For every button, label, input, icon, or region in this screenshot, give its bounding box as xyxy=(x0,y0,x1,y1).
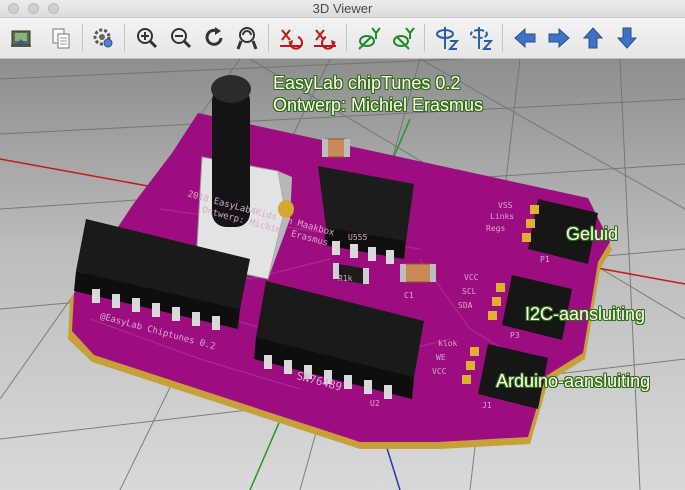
silk-links: Links xyxy=(490,212,515,221)
zoom-fit-icon xyxy=(236,27,258,50)
settings-button[interactable] xyxy=(88,21,118,55)
silk-sda: SDA xyxy=(458,301,473,310)
rotate-z-cw-icon xyxy=(436,27,460,50)
redraw-icon xyxy=(205,27,223,46)
move-up-icon xyxy=(582,27,604,49)
silk-regs: Regs xyxy=(486,224,506,233)
annotation-title: EasyLab chipTunes 0.2 xyxy=(273,73,461,93)
export-icon xyxy=(11,30,31,47)
rotate-z-ccw-icon xyxy=(470,27,494,50)
rotate-y-cw-icon xyxy=(358,27,381,50)
annotation-arduino: Arduino-aansluiting xyxy=(496,371,651,391)
move-left-icon xyxy=(514,27,536,49)
silk-we: WE xyxy=(436,353,446,362)
silk-klok: klok xyxy=(438,339,458,348)
settings-icon xyxy=(93,28,113,48)
silk-scl: SCL xyxy=(462,287,477,296)
silk-vcc-2: VCC xyxy=(432,367,447,376)
rotate-y-ccw-button[interactable] xyxy=(388,21,418,55)
3d-viewport[interactable]: 2018 EasyLab4Kids en Maakbox Ontwerp: Mi… xyxy=(0,59,685,490)
move-right-icon xyxy=(548,27,570,49)
rotate-z-ccw-button[interactable] xyxy=(466,21,496,55)
silk-p3: P3 xyxy=(510,331,520,340)
rotate-z-cw-button[interactable] xyxy=(432,21,462,55)
move-down-icon xyxy=(616,27,638,49)
silk-resistor: R1k xyxy=(338,274,353,283)
silk-vss: VSS xyxy=(498,201,513,210)
move-down-button[interactable] xyxy=(612,21,642,55)
move-right-button[interactable] xyxy=(544,21,574,55)
zoom-in-icon xyxy=(137,28,158,49)
silk-u2: U2 xyxy=(370,399,380,408)
rotate-x-cw-button[interactable] xyxy=(276,21,306,55)
annotation-geluid: Geluid xyxy=(566,224,619,244)
silk-j1: J1 xyxy=(482,401,492,410)
zoom-out-icon xyxy=(171,28,192,49)
silk-vcc-1: VCC xyxy=(464,273,479,282)
rotate-y-cw-button[interactable] xyxy=(354,21,384,55)
title-bar: 3D Viewer xyxy=(0,0,685,18)
rotate-x-ccw-button[interactable] xyxy=(310,21,340,55)
rotate-x-cw-icon xyxy=(280,29,303,50)
redraw-button[interactable] xyxy=(200,21,230,55)
silk-p1: P1 xyxy=(540,255,550,264)
zoom-in-button[interactable] xyxy=(132,21,162,55)
zoom-fit-button[interactable] xyxy=(232,21,262,55)
toolbar xyxy=(0,18,685,59)
rotate-x-ccw-icon xyxy=(314,29,336,50)
silk-c1: C1 xyxy=(404,291,414,300)
move-left-button[interactable] xyxy=(510,21,540,55)
export-button[interactable] xyxy=(6,21,36,55)
copy-button[interactable] xyxy=(46,21,76,55)
silk-ic-ref: U555 xyxy=(348,233,368,242)
window-title: 3D Viewer xyxy=(312,1,373,16)
annotation-designer: Ontwerp: Michiel Erasmus xyxy=(273,95,484,115)
zoom-out-button[interactable] xyxy=(166,21,196,55)
annotation-i2c: I2C-aansluiting xyxy=(525,304,646,324)
copy-icon xyxy=(52,28,70,49)
move-up-button[interactable] xyxy=(578,21,608,55)
rotate-y-ccw-icon xyxy=(393,27,415,50)
viewer-window: 3D Viewer 2018 EasyLab4Kids en Maakbox O… xyxy=(0,0,685,490)
